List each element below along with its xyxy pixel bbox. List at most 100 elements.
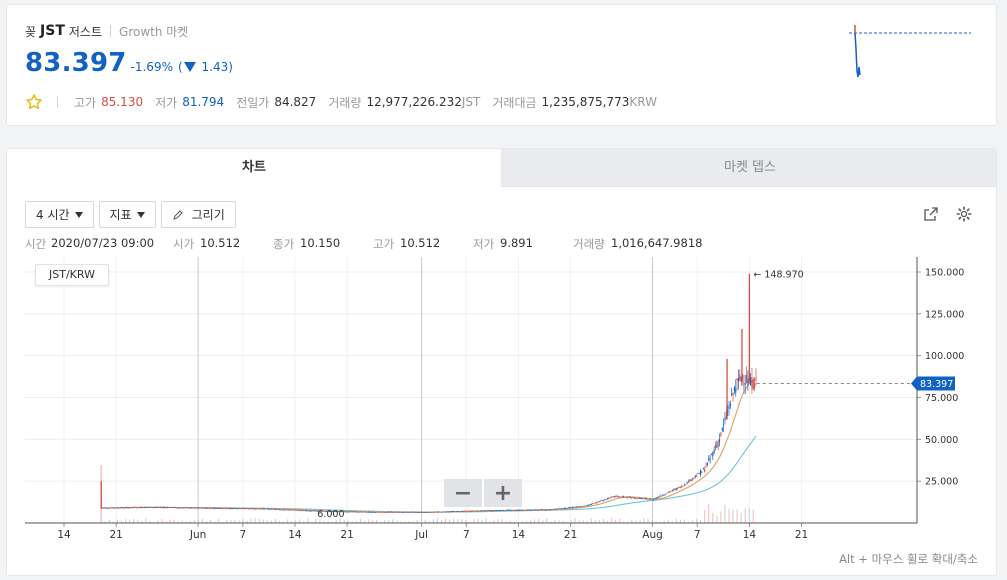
candle-body xyxy=(513,509,515,511)
star-icon[interactable] xyxy=(25,93,43,111)
candle-body xyxy=(712,452,714,457)
candle-body xyxy=(535,509,537,511)
candle-body xyxy=(427,512,429,514)
candle-body xyxy=(408,512,410,514)
candle-body xyxy=(440,511,442,513)
candle-body xyxy=(162,507,164,509)
candle-body xyxy=(629,497,631,499)
volume-bar xyxy=(335,519,337,523)
candle-body xyxy=(557,508,559,510)
volume-bar xyxy=(258,518,260,523)
x-tick-label: 21 xyxy=(564,529,577,541)
candle-body xyxy=(516,509,518,511)
candle-body xyxy=(737,378,739,381)
x-tick-label: Aug xyxy=(642,529,663,541)
down-triangle-icon xyxy=(183,62,196,72)
chart-toolbar: 4 시간 지표 그리기 xyxy=(25,201,241,229)
candle-body xyxy=(368,511,370,513)
candle-body xyxy=(493,510,495,512)
change-amount: 1.43) xyxy=(201,60,233,74)
candle-body xyxy=(530,509,532,511)
candle-body xyxy=(147,506,150,508)
candle-body xyxy=(280,509,282,511)
x-tick-label: 14 xyxy=(512,529,526,541)
candle-body xyxy=(289,509,291,511)
interval-dropdown[interactable]: 4 시간 xyxy=(25,201,94,228)
volume-bar xyxy=(720,511,722,523)
candle-body xyxy=(114,507,116,509)
candle-body xyxy=(288,509,290,511)
candle-body xyxy=(623,496,625,498)
candle-body xyxy=(260,508,262,510)
candle-body xyxy=(373,511,375,513)
candle-body xyxy=(312,510,314,512)
candle-body xyxy=(550,509,552,511)
gear-icon[interactable] xyxy=(955,205,973,223)
draw-button[interactable]: 그리기 xyxy=(160,201,236,228)
x-tick-label: 7 xyxy=(463,529,470,541)
candle-body xyxy=(201,507,204,509)
volume-bar xyxy=(145,518,147,523)
candle-body xyxy=(218,508,220,509)
volume-bar xyxy=(501,519,503,523)
candle-body xyxy=(674,489,676,490)
volume-bar xyxy=(201,518,204,523)
zoom-out-button[interactable]: − xyxy=(444,479,482,507)
candle-body xyxy=(685,484,687,486)
candle-body xyxy=(104,507,106,509)
candle-body xyxy=(428,512,430,514)
candle-body xyxy=(315,510,317,512)
volume-bar xyxy=(732,509,734,523)
candle-body xyxy=(216,508,218,510)
tab-chart[interactable]: 차트 xyxy=(7,149,502,187)
chart-panel: 차트 마켓 뎁스 4 시간 지표 그리기 시간 2020/07/23 09:00… xyxy=(6,148,997,576)
candle-body xyxy=(211,508,213,509)
candle-body xyxy=(396,511,398,513)
candle-body xyxy=(625,496,627,498)
candle-body xyxy=(702,468,704,470)
popout-icon[interactable] xyxy=(923,206,939,222)
candle-body xyxy=(453,511,455,513)
candle-body xyxy=(376,511,378,513)
volume-bar xyxy=(534,519,536,523)
candle-body xyxy=(613,496,615,497)
candle-body xyxy=(446,511,448,513)
candle-body xyxy=(405,512,407,513)
pencil-icon xyxy=(172,209,183,220)
candle-body xyxy=(185,507,187,509)
candle-body xyxy=(678,487,680,488)
candle-body xyxy=(461,510,463,512)
candle-body xyxy=(273,509,275,510)
candle-body xyxy=(546,509,548,511)
candle-body xyxy=(377,511,379,513)
candle-body xyxy=(682,485,684,487)
candle-body xyxy=(543,509,545,511)
trade-amount-value: 1,235,875,773 xyxy=(541,95,630,109)
candle-body xyxy=(220,508,222,510)
x-tick-label: 14 xyxy=(743,529,757,541)
candle-body xyxy=(687,481,690,483)
candle-body xyxy=(567,507,569,509)
candle-body xyxy=(697,473,699,475)
zoom-hint: Alt + 마우스 휠로 확대/축소 xyxy=(839,552,978,566)
candle-body xyxy=(299,510,301,511)
candle-body xyxy=(656,497,658,499)
zoom-in-button[interactable]: + xyxy=(484,479,522,507)
candle-body xyxy=(652,499,654,500)
candle-body xyxy=(301,510,303,511)
candle-body xyxy=(153,507,155,509)
volume-bar xyxy=(728,508,730,523)
tab-market-depth[interactable]: 마켓 뎁스 xyxy=(502,149,996,187)
candle-body xyxy=(709,458,711,460)
candle-body xyxy=(474,511,476,512)
candle-body xyxy=(150,506,152,508)
volume-bar xyxy=(124,519,127,523)
candle-body xyxy=(476,510,478,512)
candle-body xyxy=(527,509,529,511)
candle-body xyxy=(566,507,568,509)
indicator-dropdown[interactable]: 지표 xyxy=(98,201,156,228)
candle-body xyxy=(119,507,121,509)
paren-open: ( xyxy=(177,60,183,74)
candle-body xyxy=(382,511,384,513)
x-tick-label: 7 xyxy=(694,529,701,541)
